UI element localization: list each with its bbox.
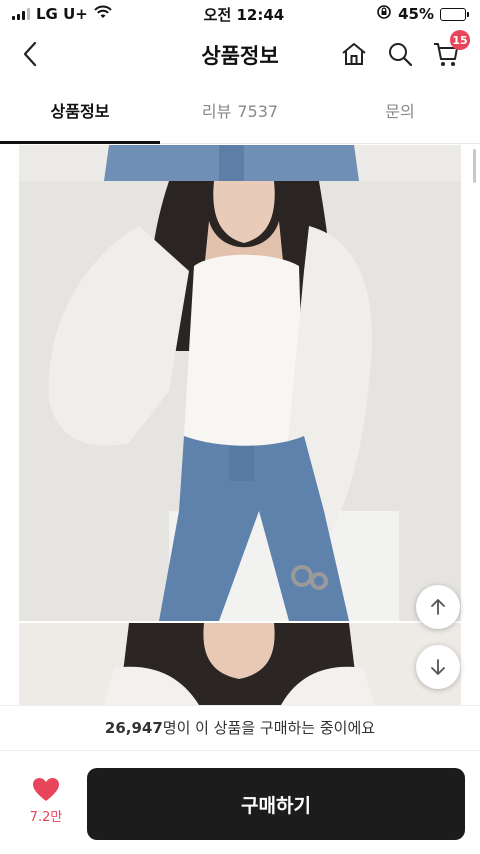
wifi-icon	[94, 5, 112, 23]
tab-label: 문의	[385, 102, 415, 121]
tab-inquiry[interactable]: 문의	[320, 88, 480, 143]
status-left: LG U+	[12, 5, 112, 23]
like-button[interactable]: 7.2만	[24, 777, 68, 825]
orientation-lock-icon	[376, 4, 392, 24]
like-count: 7.2만	[29, 810, 63, 825]
buyer-count: 26,947	[104, 719, 163, 737]
home-icon	[342, 43, 366, 65]
bottom-action-bar: 7.2만 구매하기	[0, 750, 480, 854]
status-time: 오전 12:44	[203, 5, 285, 24]
tab-label: 리뷰	[201, 102, 232, 121]
search-icon	[389, 43, 413, 67]
cart-count-badge: 15	[450, 30, 470, 50]
home-button[interactable]	[340, 40, 368, 68]
status-bar: LG U+ 오전 12:44 45%	[0, 0, 480, 28]
buying-now-banner: 26,947명이 이 상품을 구매하는 중이에요	[0, 705, 480, 749]
cart-button[interactable]: 15	[432, 30, 470, 68]
carrier-label: LG U+	[36, 5, 88, 23]
product-detail-content[interactable]	[0, 145, 480, 705]
scroll-down-button[interactable]	[416, 645, 460, 689]
buy-button[interactable]: 구매하기	[87, 768, 465, 840]
tab-reviews[interactable]: 리뷰 7537	[160, 88, 320, 143]
scroll-up-button[interactable]	[416, 585, 460, 629]
product-photo-main	[19, 181, 461, 621]
arrow-down-icon	[431, 659, 445, 675]
product-photo-top	[19, 145, 461, 181]
review-count: 7537	[237, 102, 279, 121]
buying-now-text: 명이 이 상품을 구매하는 중이에요	[162, 719, 376, 737]
product-tabs: 상품정보 리뷰 7537 문의	[0, 88, 480, 144]
battery-icon	[439, 7, 469, 21]
status-right: 45%	[376, 4, 469, 24]
signal-icon	[12, 8, 30, 20]
heart-icon	[33, 778, 59, 801]
tab-product-info[interactable]: 상품정보	[0, 88, 160, 144]
search-button[interactable]	[386, 40, 414, 68]
arrow-up-icon	[431, 599, 445, 615]
tab-label: 상품정보	[50, 102, 110, 121]
product-photo-next	[19, 623, 461, 705]
scrollbar[interactable]	[473, 149, 476, 183]
top-nav: 상품정보 15	[0, 28, 480, 80]
battery-percent: 45%	[398, 5, 434, 23]
nav-actions: 15	[340, 30, 470, 68]
